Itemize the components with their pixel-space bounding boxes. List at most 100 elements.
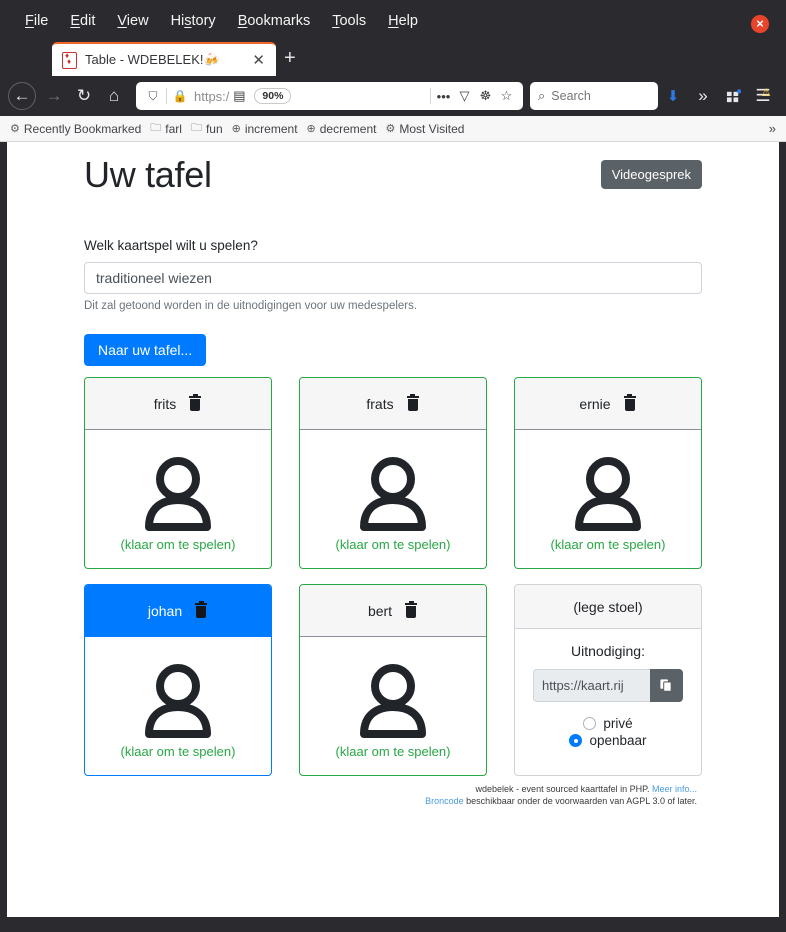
bookmark-decrement[interactable]: ⊕ decrement — [307, 122, 377, 136]
seat-card-frats[interactable]: frats (klaar om te spelen) — [299, 377, 487, 569]
invitation-url-input[interactable] — [533, 669, 650, 702]
video-call-button[interactable]: Videogesprek — [600, 160, 702, 189]
radio-public-label: openbaar — [589, 733, 647, 748]
url-text: https:/ — [194, 88, 230, 104]
copy-invitation-button[interactable] — [650, 669, 683, 702]
bookmarks-overflow-icon[interactable]: » — [769, 121, 776, 136]
seat-card-ernie[interactable]: ernie (klaar om te spelen) — [514, 377, 702, 569]
bookmark-label: increment — [244, 121, 298, 136]
app-menu-icon[interactable]: ☰ ⚠ — [748, 81, 778, 111]
page-viewport: Uw tafel Videogesprek Welk kaartspel wil… — [7, 142, 779, 917]
delete-player-icon[interactable] — [623, 393, 637, 412]
bookmark-label: Recently Bookmarked — [23, 121, 142, 136]
new-tab-button[interactable]: + — [284, 48, 296, 68]
zoom-level-badge[interactable]: 90% — [254, 88, 292, 104]
delete-player-icon[interactable] — [188, 393, 202, 412]
seat-card-frits[interactable]: frits (klaar om te spelen) — [84, 377, 272, 569]
delete-player-icon[interactable] — [194, 600, 208, 619]
person-avatar-icon — [360, 663, 426, 738]
bookmark-fun[interactable]: 🗀 fun — [191, 119, 223, 138]
bookmark-farl[interactable]: 🗀 farl — [150, 119, 182, 138]
divider — [430, 88, 431, 104]
seat-player-name: johan — [147, 602, 183, 619]
visibility-option-public[interactable]: openbaar — [569, 733, 647, 748]
url-actions: ••• ▽ ☸ ☆ — [428, 88, 517, 104]
menu-tools[interactable]: Tools — [321, 9, 377, 33]
footer-text-2: beschikbaar onder de voorwaarden van AGP… — [463, 796, 697, 807]
bookmark-increment[interactable]: ⊕ increment — [232, 122, 298, 136]
bookmark-most-visited[interactable]: ⚙ Most Visited — [385, 122, 464, 136]
menu-bookmarks[interactable]: Bookmarks — [227, 9, 322, 33]
home-icon[interactable]: ⌂ — [99, 81, 129, 111]
gift-icon[interactable] — [718, 81, 748, 111]
menu-file[interactable]: File — [14, 9, 59, 33]
seat-card-johan[interactable]: johan (klaar om te spelen) — [84, 584, 272, 776]
seat-header: johan — [85, 585, 271, 637]
bookmarks-bar: ⚙ Recently Bookmarked 🗀 farl 🗀 fun ⊕ inc… — [0, 116, 786, 142]
menu-bar: File Edit View History Bookmarks Tools H… — [0, 0, 786, 42]
tab-table-wdebelek[interactable]: Table - WDEBELEK!🍻 ✕ — [52, 42, 276, 76]
seat-player-name: ernie — [579, 395, 611, 412]
reload-icon[interactable]: ↻ — [69, 81, 99, 111]
person-avatar-icon — [145, 456, 211, 531]
seat-card-empty[interactable]: (lege stoel) Uitnodiging: https://kaart.… — [514, 584, 702, 776]
back-icon[interactable]: ← — [8, 82, 36, 110]
seat-status: (klaar om te spelen) — [120, 743, 236, 759]
invitation-label: Uitnodiging: — [571, 643, 645, 659]
visibility-option-private[interactable]: privé — [583, 716, 633, 731]
delete-player-icon[interactable] — [406, 393, 420, 412]
pocket-icon[interactable]: ▽ — [454, 88, 475, 104]
seat-card-bert[interactable]: bert (klaar om te spelen) — [299, 584, 487, 776]
seat-grid: frits (klaar om te spelen) frats (klaar … — [84, 377, 702, 776]
container-tab-icon[interactable]: ☸ — [475, 88, 496, 104]
radio-private-label: privé — [603, 716, 633, 731]
game-choice-help-text: Dit zal getoond worden in de uitnodiging… — [84, 300, 418, 312]
more-actions-icon[interactable]: ••• — [433, 89, 454, 104]
seat-body: (klaar om te spelen) — [300, 637, 486, 775]
radio-public[interactable] — [569, 734, 583, 747]
reader-mode-icon[interactable]: ▤ — [229, 88, 249, 104]
playing-card-favicon-icon — [62, 51, 77, 69]
seat-body: (klaar om te spelen) — [85, 430, 271, 568]
toolbar-overflow-icon[interactable]: » — [688, 81, 718, 111]
seat-header: bert — [300, 585, 486, 637]
menu-edit[interactable]: Edit — [59, 9, 106, 33]
bookmark-label: fun — [205, 121, 223, 136]
search-icon: ⌕ — [538, 88, 546, 103]
game-choice-label: Welk kaartspel wilt u spelen? — [84, 238, 258, 253]
close-tab-icon[interactable]: ✕ — [247, 51, 270, 69]
source-code-link[interactable]: Broncode — [425, 796, 464, 806]
seat-player-name: (lege stoel) — [573, 598, 643, 615]
navigation-toolbar: ← → ↻ ⌂ ⛉ 🔒 https:/ ▤ 90% ••• ▽ ☸ ☆ ⌕ Se… — [0, 76, 786, 116]
bookmark-recently-bookmarked[interactable]: ⚙ Recently Bookmarked — [10, 122, 141, 136]
menu-view[interactable]: View — [106, 9, 159, 33]
game-name-input[interactable] — [84, 262, 702, 294]
gear-icon: ⚙ — [10, 123, 20, 135]
seat-body: (klaar om te spelen) — [515, 430, 701, 568]
copy-icon — [660, 679, 672, 692]
seat-status: (klaar om te spelen) — [550, 536, 666, 552]
forward-icon[interactable]: → — [39, 81, 69, 111]
delete-player-icon[interactable] — [404, 600, 418, 619]
downloads-icon[interactable]: ⬇ — [658, 81, 688, 111]
seat-header: frats — [300, 378, 486, 430]
footer-text-1: wdebelek - event sourced kaarttafel in P… — [475, 784, 652, 794]
go-to-table-button[interactable]: Naar uw tafel... — [84, 334, 207, 366]
seat-player-name: frits — [153, 395, 177, 412]
more-info-link[interactable]: Meer info... — [652, 784, 697, 794]
url-bar[interactable]: ⛉ 🔒 https:/ ▤ 90% ••• ▽ ☸ ☆ — [136, 82, 523, 110]
close-window-icon[interactable]: × — [751, 15, 769, 33]
shield-icon[interactable]: ⛉ — [142, 89, 164, 104]
bookmark-star-icon[interactable]: ☆ — [496, 88, 517, 104]
radio-private[interactable] — [583, 717, 597, 730]
browser-window: File Edit View History Bookmarks Tools H… — [0, 0, 786, 932]
search-placeholder: Search — [551, 89, 591, 103]
seat-player-name: frats — [366, 395, 394, 412]
seat-player-name: bert — [367, 602, 393, 619]
menu-history[interactable]: History — [160, 9, 227, 33]
menu-help[interactable]: Help — [377, 9, 429, 33]
folder-icon: 🗀 — [190, 122, 202, 134]
invitation-panel: Uitnodiging: pr — [515, 629, 701, 768]
lock-icon: 🔒 — [172, 89, 188, 103]
search-bar[interactable]: ⌕ Search — [530, 82, 658, 110]
